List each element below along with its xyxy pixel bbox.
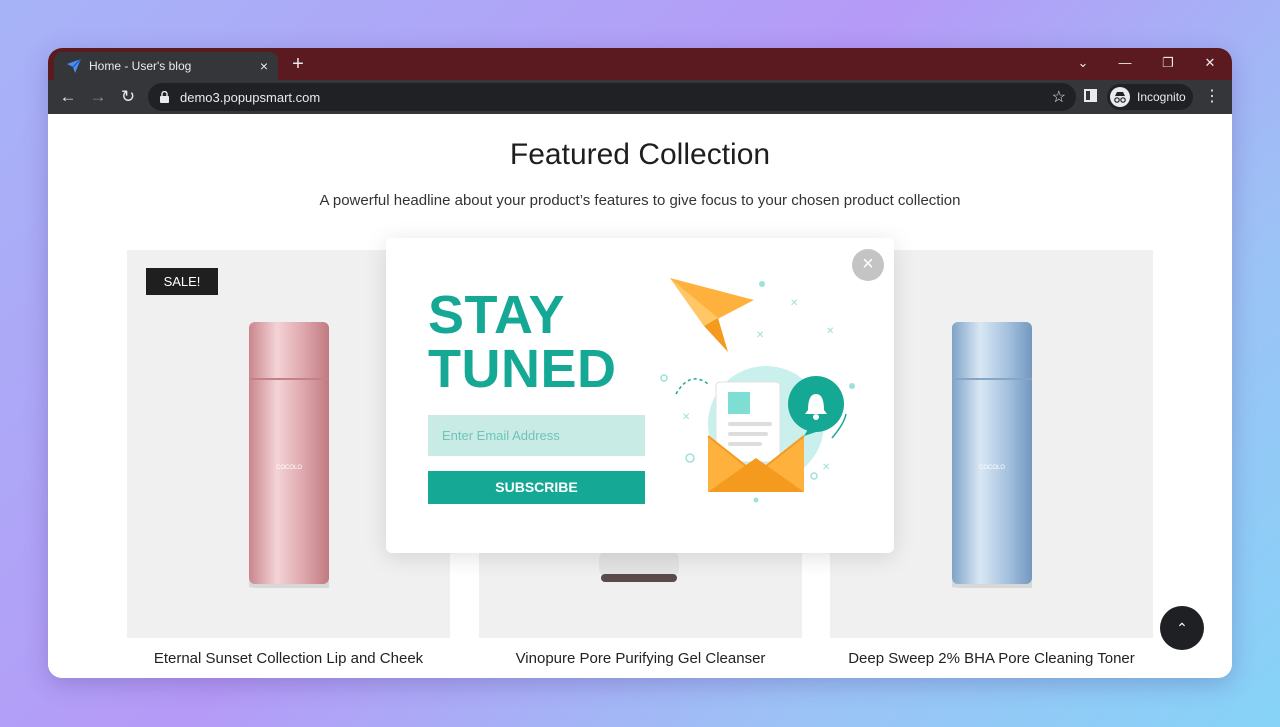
popup-headline: STAY TUNED xyxy=(428,288,648,396)
svg-text:✕: ✕ xyxy=(790,298,798,309)
browser-toolbar: ← → ↻ demo3.popupsmart.com ☆ Incognito ⋮ xyxy=(48,80,1232,114)
bottle-brand-text: COCOLO xyxy=(276,465,302,471)
svg-text:✕: ✕ xyxy=(756,330,764,341)
page-title: Featured Collection xyxy=(509,138,771,171)
minimize-button[interactable]: — xyxy=(1110,52,1140,74)
tab-close-icon[interactable]: × xyxy=(254,56,274,76)
bottle-brand-text: COCOLO xyxy=(979,465,1005,471)
back-button[interactable]: ← xyxy=(56,85,80,109)
subscribe-button[interactable]: SUBSCRIBE xyxy=(428,471,645,504)
product-name-2[interactable]: Vinopure Pore Purifying Gel Cleanser xyxy=(479,650,802,667)
close-window-button[interactable]: ✕ xyxy=(1195,52,1225,74)
new-tab-button[interactable]: + xyxy=(286,52,310,76)
restore-button[interactable]: ❐ xyxy=(1153,52,1183,74)
tab-title: Home - User's blog xyxy=(89,59,192,73)
tab-home[interactable]: Home - User's blog × xyxy=(54,52,278,80)
bookmark-star-icon[interactable]: ☆ xyxy=(1052,87,1066,107)
url-text: demo3.popupsmart.com xyxy=(180,90,321,105)
popup-headline-line1: STAY xyxy=(428,285,566,345)
page-content: Featured Collection A powerful headline … xyxy=(48,114,1232,678)
product-name-3[interactable]: Deep Sweep 2% BHA Pore Cleaning Toner xyxy=(830,650,1153,667)
browser-window: Home - User's blog × + ⌄ — ❐ ✕ ← → ↻ dem… xyxy=(48,48,1232,678)
svg-text:✕: ✕ xyxy=(682,412,690,423)
paper-plane-favicon-icon xyxy=(67,58,82,73)
incognito-label: Incognito xyxy=(1137,90,1186,104)
popup-headline-line2: TUNED xyxy=(428,339,617,399)
email-field[interactable] xyxy=(428,415,645,456)
product-image-cleanser xyxy=(599,550,679,582)
sale-badge: SALE! xyxy=(146,268,218,295)
side-panel-icon[interactable] xyxy=(1084,89,1097,102)
incognito-profile-button[interactable]: Incognito xyxy=(1107,84,1193,110)
address-bar[interactable]: demo3.popupsmart.com ☆ xyxy=(148,83,1076,111)
browser-menu-icon[interactable]: ⋮ xyxy=(1202,85,1222,109)
paper-plane-icon xyxy=(670,278,754,352)
scroll-to-top-button[interactable]: ⌃ xyxy=(1160,606,1204,650)
tab-strip: Home - User's blog × + ⌄ — ❐ ✕ xyxy=(48,48,1232,80)
product-name-1[interactable]: Eternal Sunset Collection Lip and Cheek xyxy=(127,650,450,667)
incognito-icon xyxy=(1110,87,1130,107)
forward-button[interactable]: → xyxy=(86,85,110,109)
product-image-bottle: COCOLO xyxy=(952,322,1032,588)
product-image-bottle: COCOLO xyxy=(249,322,329,588)
reload-button[interactable]: ↻ xyxy=(116,85,140,109)
tab-search-button[interactable]: ⌄ xyxy=(1068,52,1098,74)
lock-icon xyxy=(160,91,169,103)
svg-text:✕: ✕ xyxy=(822,462,830,473)
newsletter-popup: × STAY TUNED SUBSCRIBE xyxy=(386,238,894,553)
svg-text:✕: ✕ xyxy=(826,326,834,337)
newsletter-illustration-icon: ✕ ✕ ✕ ✕ ✕ xyxy=(660,278,855,503)
page-subtitle: A powerful headline about your product’s… xyxy=(319,192,961,209)
